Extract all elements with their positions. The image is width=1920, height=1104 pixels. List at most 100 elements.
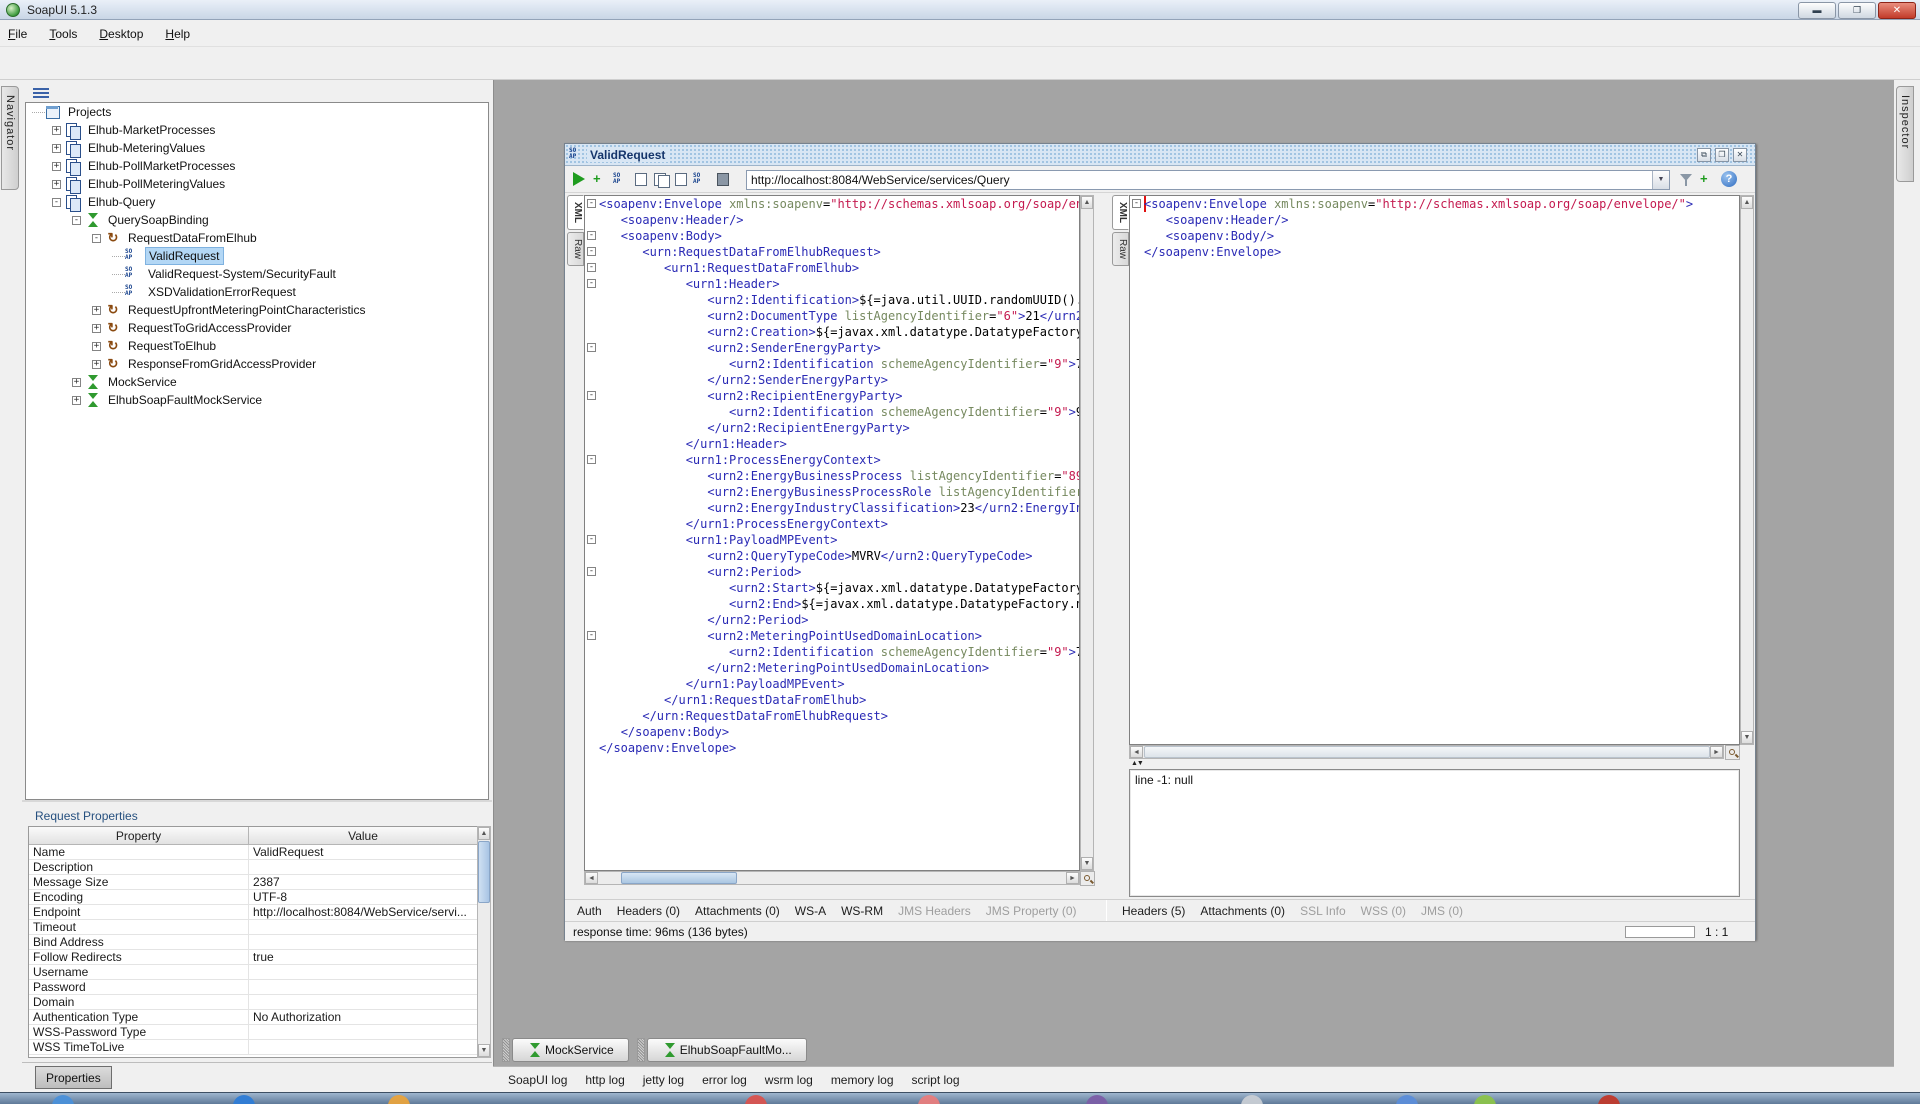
property-value[interactable]: UTF-8 <box>249 890 477 904</box>
app-icon-pink[interactable] <box>918 1095 940 1104</box>
request-auth-tab[interactable]: Auth <box>577 904 602 918</box>
response-vertical-scrollbar[interactable]: ▲ ▼ <box>1740 195 1754 745</box>
scroll-up-icon[interactable]: ▲ <box>478 827 490 840</box>
tree-expander-icon[interactable]: + <box>72 378 81 387</box>
tree-item-querysoapbinding[interactable]: -QuerySoapBinding <box>26 211 488 229</box>
response-raw-tab[interactable]: Raw <box>1112 232 1129 266</box>
navigator-tab[interactable]: Navigator <box>1 86 19 190</box>
create-copy-icon[interactable] <box>653 171 670 188</box>
request-ws-rm-tab[interactable]: WS-RM <box>841 904 883 918</box>
close-button[interactable]: ✕ <box>1878 2 1916 19</box>
request-vertical-scrollbar[interactable]: ▲ ▼ <box>1080 195 1094 871</box>
menu-tools[interactable]: Tools <box>49 27 77 41</box>
property-row-follow-redirects[interactable]: Follow Redirectstrue <box>29 950 477 965</box>
add-endpoint-icon[interactable]: + <box>1700 171 1717 188</box>
tree-item-mockservice[interactable]: +MockService <box>26 373 488 391</box>
response-attachments-0-tab[interactable]: Attachments (0) <box>1200 904 1285 918</box>
endpoint-dropdown-icon[interactable]: ▼ <box>1652 171 1669 189</box>
menu-file[interactable]: File <box>8 27 27 41</box>
request-help-icon[interactable]: ? <box>1721 171 1737 187</box>
start-orb[interactable] <box>52 1095 74 1104</box>
tree-item-validrequest[interactable]: SOAPValidRequest <box>26 247 488 265</box>
request-ws-a-tab[interactable]: WS-A <box>795 904 826 918</box>
tree-item-responsefromgridaccessprovider[interactable]: +↻ResponseFromGridAccessProvider <box>26 355 488 373</box>
property-row-name[interactable]: NameValidRequest <box>29 845 477 860</box>
property-value[interactable] <box>249 920 477 934</box>
tabbed-layout-icon[interactable] <box>1678 171 1695 188</box>
fold-collapse-icon[interactable]: - <box>587 247 596 256</box>
tree-item-elhub-marketprocesses[interactable]: +Elhub-MarketProcesses <box>26 121 488 139</box>
response-headers-5-tab[interactable]: Headers (5) <box>1122 904 1185 918</box>
request-xml-editor[interactable]: -<soapenv:Envelope xmlns:soapenv="http:/… <box>584 195 1080 871</box>
property-row-encoding[interactable]: EncodingUTF-8 <box>29 890 477 905</box>
request-horizontal-scrollbar[interactable]: ◄ ► <box>584 871 1080 885</box>
request-xml-tab[interactable]: XML <box>567 195 584 230</box>
response-xml-tab[interactable]: XML <box>1112 195 1129 230</box>
tree-item-validrequest-system-securityfault[interactable]: SOAPValidRequest-System/SecurityFault <box>26 265 488 283</box>
menu-help[interactable]: Help <box>165 27 190 41</box>
tree-item-requesttogridaccessprovider[interactable]: +↻RequestToGridAccessProvider <box>26 319 488 337</box>
tree-expander-icon[interactable]: + <box>92 342 101 351</box>
tree-item-elhub-pollmarketprocesses[interactable]: +Elhub-PollMarketProcesses <box>26 157 488 175</box>
scrollbar-thumb[interactable] <box>621 872 737 884</box>
fold-collapse-icon[interactable]: - <box>587 279 596 288</box>
property-row-username[interactable]: Username <box>29 965 477 980</box>
fold-collapse-icon[interactable]: - <box>587 567 596 576</box>
property-value[interactable] <box>249 995 477 1009</box>
log-tab-script-log[interactable]: script log <box>912 1073 960 1087</box>
tree-item-elhub-pollmeteringvalues[interactable]: +Elhub-PollMeteringValues <box>26 175 488 193</box>
property-value[interactable] <box>249 1025 477 1039</box>
error-panel-splitter[interactable]: ▲▼ <box>1129 760 1740 768</box>
property-value[interactable] <box>249 860 477 874</box>
request-headers-0-tab[interactable]: Headers (0) <box>617 904 680 918</box>
response-horizontal-scrollbar[interactable]: ◄ ► <box>1129 745 1724 759</box>
property-value[interactable]: 2387 <box>249 875 477 889</box>
property-row-description[interactable]: Description <box>29 860 477 875</box>
fold-collapse-icon[interactable]: - <box>587 631 596 640</box>
maximize-window-icon[interactable]: ❐ <box>1715 148 1729 162</box>
property-row-password[interactable]: Password <box>29 980 477 995</box>
fold-collapse-icon[interactable]: - <box>587 343 596 352</box>
tree-item-requesttoelhub[interactable]: +↻RequestToElhub <box>26 337 488 355</box>
tree-item-requestupfrontmeteringpointcharacteristics[interactable]: +↻RequestUpfrontMeteringPointCharacteris… <box>26 301 488 319</box>
add-to-testcase-icon[interactable]: + <box>593 171 610 188</box>
property-value[interactable]: ValidRequest <box>249 845 477 859</box>
tree-expander-icon[interactable]: + <box>52 162 61 171</box>
property-value[interactable]: No Authorization <box>249 1010 477 1024</box>
app-icon-red[interactable] <box>745 1095 767 1104</box>
app-title-bar[interactable]: SoapUI 5.1.3 ▬ ❐ ✕ <box>0 0 1920 20</box>
property-row-message-size[interactable]: Message Size2387 <box>29 875 477 890</box>
minimized-window-elhubsoapfaultmo[interactable]: ElhubSoapFaultMo... <box>647 1038 807 1062</box>
tree-expander-icon[interactable]: + <box>92 306 101 315</box>
property-value[interactable] <box>249 965 477 979</box>
properties-toggle-button[interactable]: Properties <box>35 1066 112 1089</box>
detach-window-icon[interactable]: ⧉ <box>1697 148 1711 162</box>
tree-expander-icon[interactable]: - <box>72 216 81 225</box>
log-tab-http-log[interactable]: http log <box>585 1073 624 1087</box>
response-xml-editor[interactable]: -<soapenv:Envelope xmlns:soapenv="http:/… <box>1129 195 1740 745</box>
app-icon-green[interactable] <box>1474 1095 1496 1104</box>
folder-icon[interactable] <box>388 1095 410 1104</box>
property-value[interactable] <box>249 935 477 949</box>
tree-expander-icon[interactable]: + <box>92 360 101 369</box>
property-row-wss-timetolive[interactable]: WSS TimeToLive <box>29 1040 477 1055</box>
scrollbar-thumb[interactable] <box>1144 746 1710 758</box>
scroll-right-icon[interactable]: ► <box>1066 872 1079 884</box>
scroll-up-icon[interactable]: ▲ <box>1081 196 1093 209</box>
property-row-wss-password-type[interactable]: WSS-Password Type <box>29 1025 477 1040</box>
tree-item-elhub-query[interactable]: -Elhub-Query <box>26 193 488 211</box>
submit-request-button[interactable] <box>573 172 592 186</box>
tree-expander-icon[interactable]: + <box>52 126 61 135</box>
fold-collapse-icon[interactable]: - <box>587 263 596 272</box>
tree-expander-icon[interactable]: - <box>52 198 61 207</box>
magnifier-icon[interactable] <box>1080 871 1095 886</box>
endpoint-combo[interactable]: ▼ <box>746 170 1670 190</box>
inspector-tab[interactable]: Inspector <box>1896 86 1914 182</box>
scrollbar-thumb[interactable] <box>478 841 490 903</box>
minimize-button[interactable]: ▬ <box>1798 2 1836 19</box>
magnifier-icon[interactable] <box>1725 745 1740 760</box>
scroll-left-icon[interactable]: ◄ <box>1130 746 1143 758</box>
create-soap-request-icon[interactable]: SOAP <box>693 171 710 188</box>
tree-expander-icon[interactable]: - <box>92 234 101 243</box>
app-icon-blue[interactable] <box>1396 1095 1418 1104</box>
